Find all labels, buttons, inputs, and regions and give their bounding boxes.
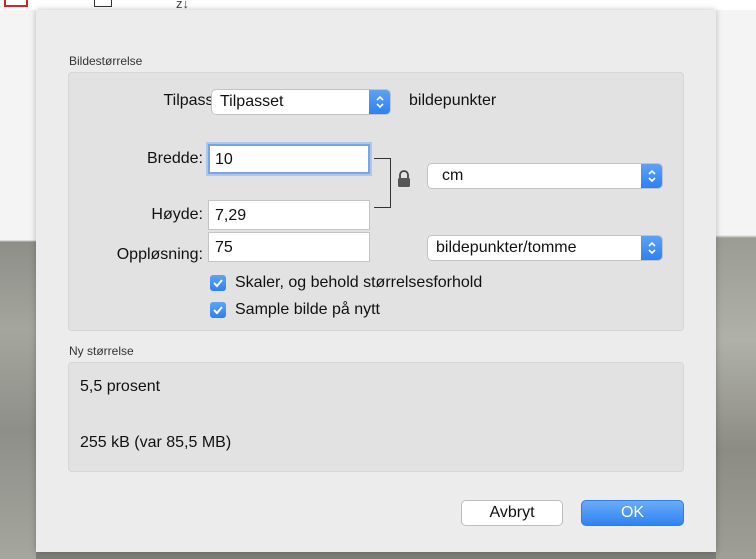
scale-proportionally-checkbox[interactable]: [210, 275, 226, 291]
adjust-size-dialog: Bildestørrelse Tilpass til: Tilpasset bi…: [36, 10, 716, 552]
checkmark-icon: [213, 306, 223, 315]
background-document-icon: [94, 0, 112, 7]
fit-to-popup[interactable]: Tilpasset: [211, 89, 391, 115]
proportion-link-bracket: [374, 158, 391, 208]
resolution-unit-value: bildepunkter/tomme: [436, 239, 577, 256]
resulting-size-group: [68, 362, 684, 472]
resolution-label: Oppløsning:: [116, 246, 203, 263]
height-field[interactable]: 7,29: [208, 200, 370, 230]
dimension-unit-popup[interactable]: cm: [427, 163, 663, 189]
resample-image-checkbox[interactable]: [210, 302, 226, 318]
popup-stepper-icon: [641, 236, 662, 260]
height-label: Høyde:: [151, 206, 203, 223]
background-window-right: [716, 10, 756, 559]
background-window-top: [0, 0, 756, 10]
popup-stepper-icon: [641, 164, 662, 188]
resulting-size-section-title: Ny størrelse: [69, 344, 134, 358]
width-label: Bredde:: [146, 150, 203, 167]
background-toolbar-icon: [4, 0, 28, 7]
popup-stepper-icon: [369, 90, 390, 114]
background-window-bottom: [36, 552, 716, 559]
resulting-percent: 5,5 prosent: [80, 378, 161, 395]
resample-image-label[interactable]: Sample bilde på nytt: [235, 301, 380, 319]
dimension-unit-value: cm: [442, 167, 464, 184]
checkmark-icon: [213, 279, 223, 288]
image-size-section-title: Bildestørrelse: [69, 54, 143, 68]
lock-icon[interactable]: [397, 170, 411, 193]
background-window-left: [0, 10, 36, 559]
fit-to-value: Tilpasset: [220, 93, 284, 110]
fit-unit-label: bildepunkter: [409, 92, 497, 109]
resolution-field[interactable]: 75: [208, 232, 370, 262]
resolution-unit-popup[interactable]: bildepunkter/tomme: [427, 235, 663, 261]
scale-proportionally-label[interactable]: Skaler, og behold størrelsesforhold: [235, 274, 482, 292]
cancel-button[interactable]: Avbryt: [461, 500, 563, 526]
ok-button[interactable]: OK: [581, 500, 684, 526]
resulting-file-size: 255 kB (var 85,5 MB): [80, 434, 232, 451]
width-field[interactable]: 10: [208, 144, 370, 174]
